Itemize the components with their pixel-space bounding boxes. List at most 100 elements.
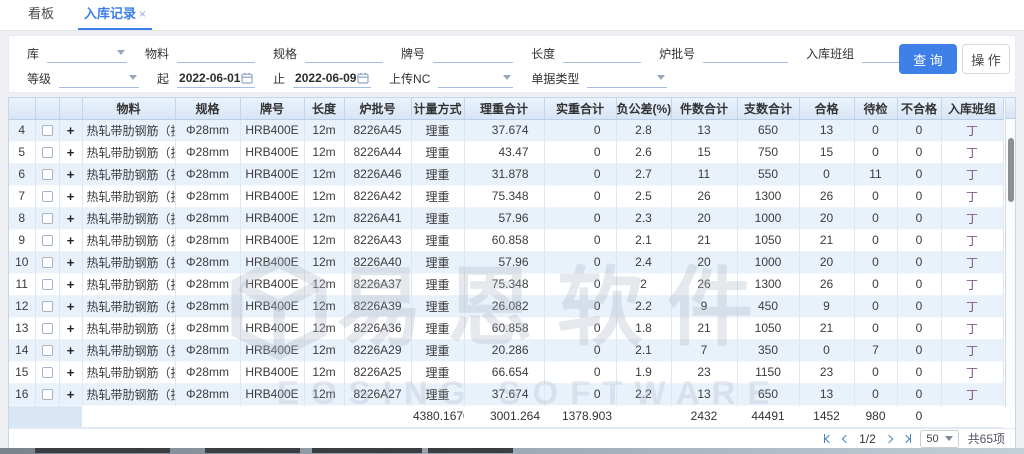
row-checkbox[interactable]: [42, 235, 53, 246]
cell-exp: +: [59, 141, 82, 163]
cell-cb: [35, 383, 59, 405]
row-checkbox[interactable]: [42, 257, 53, 268]
filter-input[interactable]: [703, 44, 788, 63]
cell-unqualified: 0: [897, 207, 941, 229]
summary-pieces: 2432: [671, 405, 737, 427]
cell-cb: [35, 185, 59, 207]
table-row: 13+热轧带肋钢筋（抗震）Φ28mmHRB400E12m8226A36理重60.…: [9, 317, 1003, 339]
filter-row-2: 等级起2022-06-01止2022-06-09上传NC单据类型: [9, 66, 1015, 91]
cell-qualified: 9: [799, 295, 854, 317]
tab-close-icon[interactable]: ×: [139, 7, 146, 21]
cell-method: 理重: [411, 251, 464, 273]
cell-tolerance: 2.5: [616, 185, 671, 207]
filter-select[interactable]: [47, 44, 127, 63]
table-row: 6+热轧带肋钢筋（抗震）Φ28mmHRB400E12m8226A46理重31.8…: [9, 163, 1003, 185]
cell-tolerance: 2.3: [616, 207, 671, 229]
row-checkbox[interactable]: [42, 367, 53, 378]
cell-material: 热轧带肋钢筋（抗震）: [82, 339, 175, 361]
cell-theory: 20.286: [464, 339, 544, 361]
filter-label: 长度: [531, 45, 555, 62]
col-header-theory: 理重合计: [464, 98, 544, 119]
expand-icon[interactable]: +: [67, 299, 75, 314]
operate-button[interactable]: 操 作: [962, 44, 1010, 74]
cell-batch: 8226A44: [344, 141, 411, 163]
vertical-scrollbar-track[interactable]: [1005, 98, 1015, 407]
row-checkbox[interactable]: [42, 147, 53, 158]
cell-pieces: 13: [671, 119, 737, 141]
cell-unqualified: 0: [897, 185, 941, 207]
cell-qualified: 20: [799, 207, 854, 229]
expand-icon[interactable]: +: [67, 145, 75, 160]
cell-pieces: 9: [671, 295, 737, 317]
expand-icon[interactable]: +: [67, 277, 75, 292]
cell-bars: 350: [737, 339, 799, 361]
expand-icon[interactable]: +: [67, 255, 75, 270]
page-size-select[interactable]: 50: [920, 430, 958, 448]
query-button[interactable]: 查 询: [899, 44, 957, 74]
row-checkbox[interactable]: [42, 125, 53, 136]
expand-icon[interactable]: +: [67, 211, 75, 226]
cell-batch: 8226A43: [344, 229, 411, 251]
tab-dashboard[interactable]: 看板: [22, 3, 60, 30]
expand-icon[interactable]: +: [67, 321, 75, 336]
row-checkbox[interactable]: [42, 345, 53, 356]
cell-material: 热轧带肋钢筋（抗震）: [82, 163, 175, 185]
expand-icon[interactable]: +: [67, 233, 75, 248]
cell-spec: Φ28mm: [175, 119, 240, 141]
cell-length: 12m: [304, 361, 344, 383]
cell-actual: 0: [544, 295, 616, 317]
cell-batch: 8226A29: [344, 339, 411, 361]
cell-tolerance: 2.8: [616, 119, 671, 141]
row-checkbox[interactable]: [42, 323, 53, 334]
expand-icon[interactable]: +: [67, 343, 75, 358]
cell-no: 7: [9, 185, 35, 207]
cell-exp: +: [59, 207, 82, 229]
cell-spec: Φ28mm: [175, 229, 240, 251]
summary-batch: [344, 405, 411, 427]
row-checkbox[interactable]: [42, 279, 53, 290]
cell-method: 理重: [411, 163, 464, 185]
filter-select[interactable]: [59, 69, 139, 88]
expand-icon[interactable]: +: [67, 365, 75, 380]
prev-page-button[interactable]: [842, 436, 850, 442]
filter-input[interactable]: [433, 44, 513, 63]
cell-length: 12m: [304, 383, 344, 405]
summary-method: 4380.1670: [411, 405, 464, 427]
expand-icon[interactable]: +: [67, 387, 75, 402]
row-checkbox[interactable]: [42, 169, 53, 180]
filter-input[interactable]: [305, 44, 383, 63]
row-checkbox[interactable]: [42, 213, 53, 224]
table-row: 11+热轧带肋钢筋（抗震）Φ28mmHRB400E12m8226A37理重75.…: [9, 273, 1003, 295]
tab-inbound-records[interactable]: 入库记录×: [78, 3, 152, 30]
cell-pieces: 20: [671, 251, 737, 273]
filter-select[interactable]: [587, 69, 667, 88]
expand-icon[interactable]: +: [67, 189, 75, 204]
records-table: 物料规格牌号长度炉批号计量方式理重合计实重合计负公差(%)件数合计支数合计合格待…: [9, 98, 1004, 428]
first-page-button[interactable]: [824, 434, 834, 443]
expand-icon[interactable]: +: [67, 123, 75, 138]
filter-input[interactable]: [177, 44, 255, 63]
date-input[interactable]: 2022-06-01: [177, 69, 255, 88]
filter-field-1-2: 规格: [255, 44, 383, 63]
cell-qualified: 0: [799, 163, 854, 185]
cell-no: 14: [9, 339, 35, 361]
row-checkbox[interactable]: [42, 389, 53, 400]
cell-no: 12: [9, 295, 35, 317]
cell-team: 丁: [941, 273, 1003, 295]
filter-label: 物料: [145, 45, 169, 62]
cell-theory: 66.654: [464, 361, 544, 383]
expand-icon[interactable]: +: [67, 167, 75, 182]
vertical-scrollbar-thumb[interactable]: [1008, 138, 1014, 202]
date-input[interactable]: 2022-06-09: [293, 69, 371, 88]
cell-method: 理重: [411, 207, 464, 229]
filter-select[interactable]: [438, 69, 513, 88]
last-page-button[interactable]: [902, 434, 912, 443]
filter-input[interactable]: [563, 44, 641, 63]
filter-field-2-4: 单据类型: [513, 69, 667, 88]
cell-material: 热轧带肋钢筋（抗震）: [82, 141, 175, 163]
row-checkbox[interactable]: [42, 191, 53, 202]
next-page-button[interactable]: [885, 436, 893, 442]
cell-cb: [35, 251, 59, 273]
table-row: 10+热轧带肋钢筋（抗震）Φ28mmHRB400E12m8226A40理重57.…: [9, 251, 1003, 273]
row-checkbox[interactable]: [42, 301, 53, 312]
